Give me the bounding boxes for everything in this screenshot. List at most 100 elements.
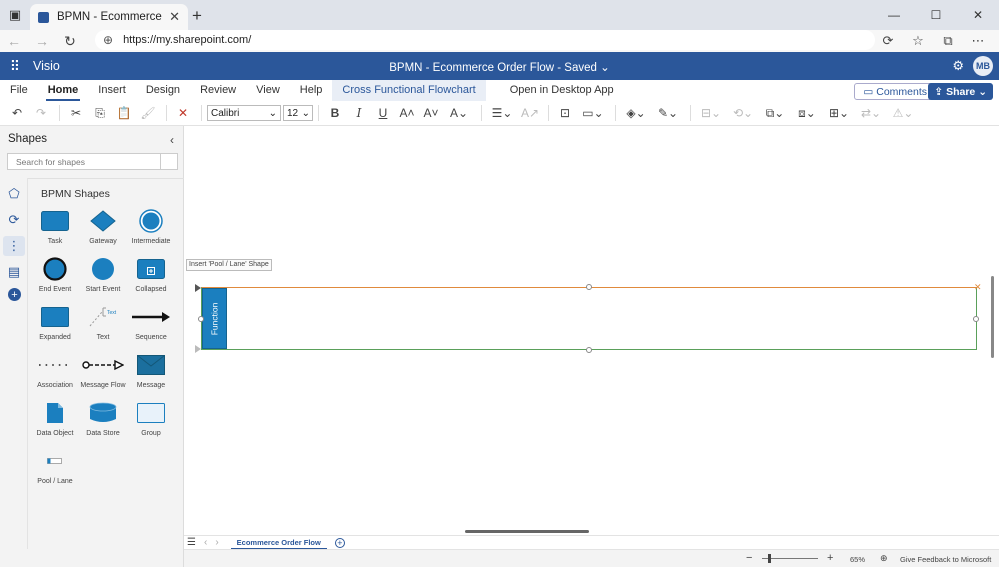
favorites-icon[interactable]: ☆ [903,30,933,52]
shape-expanded[interactable]: Expanded [31,302,79,347]
tab-help[interactable]: Help [290,80,333,101]
shape-gateway[interactable]: Gateway [79,206,127,251]
zoom-slider-thumb[interactable] [768,554,771,563]
back-icon[interactable]: ← [0,30,28,52]
drawing-canvas[interactable]: Insert 'Pool / Lane' Shape Function ✕ [184,126,999,535]
resize-handle[interactable] [586,347,592,353]
shape-intermediate[interactable]: Intermediate [127,206,175,251]
previous-page-icon[interactable]: ‹ [204,537,207,548]
undo-icon[interactable]: ↶ [6,103,28,123]
avatar[interactable]: MB [973,56,993,76]
redo-icon[interactable]: ↷ [30,103,52,123]
shape-collapsed[interactable]: Collapsed [127,254,175,299]
search-input[interactable]: Search for shapes [7,153,178,170]
maximize-icon[interactable]: ☐ [915,0,957,30]
arrange-icon[interactable]: ⧉⌄ [760,103,790,123]
underline-icon[interactable]: U [372,103,394,123]
group-icon[interactable]: ⧈⌄ [792,103,822,123]
next-page-icon[interactable]: › [215,537,218,548]
share-button[interactable]: ⇪ Share ⌄ [928,83,993,100]
cross-functional-icon[interactable]: ▤ [3,262,25,282]
resize-handle[interactable] [198,316,204,322]
shape-message-flow[interactable]: Message Flow [79,350,127,395]
add-page-icon[interactable]: + [334,537,345,548]
shape-message[interactable]: Message [127,350,175,395]
minimize-icon[interactable]: — [873,0,915,30]
browser-tab[interactable]: BPMN - Ecommerce Order Flow ✕ [30,4,188,30]
align-icon[interactable]: ☰⌄ [487,103,517,123]
shrink-font-icon[interactable]: A˅ [420,103,442,123]
font-size-select[interactable]: 12 ⌄ [283,105,313,121]
font-family-select[interactable]: Calibri ⌄ [207,105,281,121]
shape-pool-lane[interactable]: Pool / Lane [31,446,79,491]
fit-to-window-icon[interactable]: ⊕ [880,553,888,564]
close-window-icon[interactable]: ✕ [957,0,999,30]
refresh-icon[interactable]: ↻ [56,30,84,52]
resize-handle[interactable] [973,316,979,322]
shape-end-event[interactable]: End Event [31,254,79,299]
feedback-link[interactable]: Give Feedback to Microsoft [900,555,991,564]
text-box-icon[interactable]: ⊡ [554,103,576,123]
bpmn-shapes-icon[interactable]: ⋮ [3,236,25,256]
paste-icon[interactable]: 📋 [113,103,135,123]
page-list-icon[interactable]: ☰ [187,537,196,548]
tab-home[interactable]: Home [38,80,89,101]
tab-review[interactable]: Review [190,80,246,101]
page-tab-active[interactable]: Ecommerce Order Flow [230,536,327,550]
shape-icon[interactable]: ▭⌄ [578,103,608,123]
shape-data-object[interactable]: Data Object [31,398,79,443]
shape-data-store[interactable]: Data Store [79,398,127,443]
lane-header[interactable]: Function [202,288,227,349]
italic-icon[interactable]: I [348,103,370,123]
new-tab-icon[interactable]: + [192,6,202,26]
horizontal-scrollbar[interactable] [465,530,589,533]
shape-text[interactable]: Text Text [79,302,127,347]
vertical-scrollbar[interactable] [991,276,994,358]
zoom-in-icon[interactable]: + [827,552,833,564]
comments-button[interactable]: ▭ Comments [854,83,936,100]
bold-icon[interactable]: B [324,103,346,123]
tab-insert[interactable]: Insert [88,80,136,101]
flowchart-shapes-icon[interactable]: ⟳ [3,210,25,230]
tab-actions-icon[interactable]: ▣ [0,0,30,30]
tab-design[interactable]: Design [136,80,190,101]
pool-lane-shape[interactable]: Function [201,287,977,350]
tab-cross-functional-flowchart[interactable]: Cross Functional Flowchart [332,80,486,101]
add-stencil-icon[interactable]: + [8,288,21,301]
styles-icon[interactable]: ⚠⌄ [888,103,918,123]
more-icon[interactable]: ⋯ [963,30,993,52]
zoom-level[interactable]: 65% [850,555,865,564]
format-painter-icon[interactable]: 🖌 [137,103,159,123]
shape-group[interactable]: Group [127,398,175,443]
copy-icon[interactable]: ⎘ [89,103,111,123]
grow-font-icon[interactable]: A˄ [396,103,418,123]
basic-shapes-icon[interactable]: ⬠ [3,184,25,204]
shape-association[interactable]: Association [31,350,79,395]
fill-color-icon[interactable]: ◈⌄ [621,103,651,123]
connector-icon[interactable]: ⟲⌄ [728,103,758,123]
document-title[interactable]: BPMN - Ecommerce Order Flow - Saved ⌄ [0,60,999,74]
collapse-panel-icon[interactable]: ‹ [170,133,174,147]
extensions-icon[interactable]: ⟳ [873,30,903,52]
shape-task[interactable]: Task [31,206,79,251]
close-tab-icon[interactable]: ✕ [169,9,180,25]
shape-sequence[interactable]: Sequence [127,302,175,347]
gear-icon[interactable]: ⚙ [952,58,964,74]
delete-icon[interactable]: ✕ [172,103,194,123]
line-color-icon[interactable]: ✎⌄ [653,103,683,123]
forward-icon[interactable]: → [28,30,56,52]
tab-file[interactable]: File [0,80,38,101]
search-icon[interactable] [160,154,177,169]
shape-start-event[interactable]: Start Event [79,254,127,299]
cut-icon[interactable]: ✂ [65,103,87,123]
resize-handle[interactable] [586,284,592,290]
size-icon[interactable]: ⊞⌄ [824,103,854,123]
zoom-out-icon[interactable]: − [746,552,752,564]
layers-icon[interactable]: ⇄⌄ [856,103,886,123]
collections-icon[interactable]: ⧉ [933,30,963,52]
font-color-icon[interactable]: A⌄ [444,103,474,123]
position-icon[interactable]: ⊟⌄ [696,103,726,123]
open-desktop-app-button[interactable]: Open in Desktop App [500,80,624,101]
tab-view[interactable]: View [246,80,290,101]
text-direction-icon[interactable]: A↗ [519,103,541,123]
